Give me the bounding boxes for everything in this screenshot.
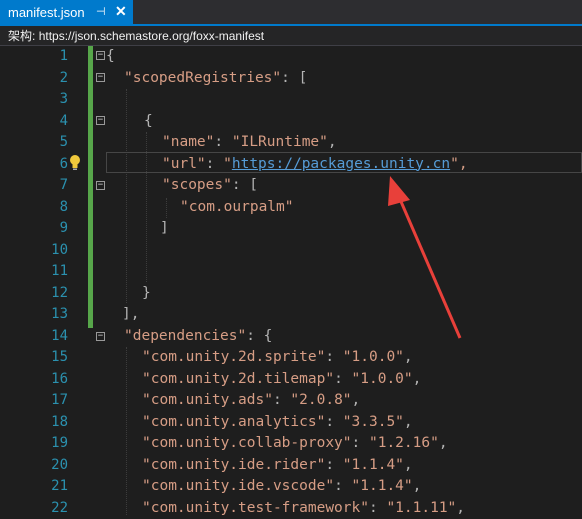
code-line-7: "scopes": [ [162,175,258,197]
line-number: 22 [28,498,68,519]
code-line-4: { [144,111,153,133]
code-line-5: "name": "ILRuntime", [162,132,337,154]
code-line-1: { [106,46,115,68]
fold-toggle-icon[interactable]: − [96,73,105,82]
line-number: 14 [28,326,68,348]
code-line-12: } [142,283,151,305]
code-line-9: ] [160,218,169,240]
code-line-20: "com.unity.ide.rider": "1.1.4", [142,455,413,477]
change-indicator-bar [88,46,93,328]
line-number: 6 [28,154,68,176]
registry-url-link[interactable]: https://packages.unity.cn [232,156,450,172]
line-number: 8 [28,197,68,219]
indent-guide [126,347,127,515]
tab-title: manifest.json [8,5,85,20]
code-line-16: "com.unity.2d.tilemap": "1.0.0", [142,369,421,391]
line-number: 13 [28,304,68,326]
fold-toggle-icon[interactable]: − [96,116,105,125]
line-number: 1 [28,46,68,68]
schema-bar: 架构: https://json.schemastore.org/foxx-ma… [0,26,582,46]
line-number: 20 [28,455,68,477]
line-number: 10 [28,240,68,262]
indent-guide [166,198,167,218]
line-number: 9 [28,218,68,240]
line-number: 12 [28,283,68,305]
schema-url[interactable]: https://json.schemastore.org/foxx-manife… [39,29,264,43]
code-line-21: "com.unity.ide.vscode": "1.1.4", [142,476,421,498]
line-number: 11 [28,261,68,283]
pin-icon[interactable]: ⊣ [96,5,106,18]
code-line-6: "url": "https://packages.unity.cn", [162,154,468,176]
line-number-gutter: 1 2 3 4 5 6 7 8 9 10 11 12 13 14 15 16 1… [0,46,88,515]
fold-toggle-icon[interactable]: − [96,181,105,190]
line-number: 4 [28,111,68,133]
line-number: 18 [28,412,68,434]
line-number: 7 [28,175,68,197]
line-number: 17 [28,390,68,412]
tab-manifest-json[interactable]: manifest.json ⊣ ✕ [0,0,133,24]
schema-label: 架构: [8,29,35,43]
line-number: 16 [28,369,68,391]
code-line-2: "scopedRegistries": [ [124,68,307,90]
line-number: 2 [28,68,68,90]
fold-toggle-icon[interactable]: − [96,51,105,60]
code-line-13: ], [122,304,139,326]
line-number: 5 [28,132,68,154]
line-number: 15 [28,347,68,369]
tab-bar: manifest.json ⊣ ✕ [0,0,582,26]
code-line-22: "com.unity.test-framework": "1.1.11", [142,498,465,519]
line-number: 3 [28,89,68,111]
fold-toggle-icon[interactable]: − [96,332,105,341]
close-icon[interactable]: ✕ [115,3,127,20]
line-number: 21 [28,476,68,498]
code-line-14: "dependencies": { [124,326,272,348]
code-line-19: "com.unity.collab-proxy": "1.2.16", [142,433,448,455]
code-line-8: "com.ourpalm" [180,197,294,219]
code-line-17: "com.unity.ads": "2.0.8", [142,390,360,412]
indent-guide [126,89,127,303]
lightbulb-icon[interactable] [68,154,82,171]
code-line-15: "com.unity.2d.sprite": "1.0.0", [142,347,413,369]
code-line-18: "com.unity.analytics": "3.3.5", [142,412,413,434]
line-number: 19 [28,433,68,455]
